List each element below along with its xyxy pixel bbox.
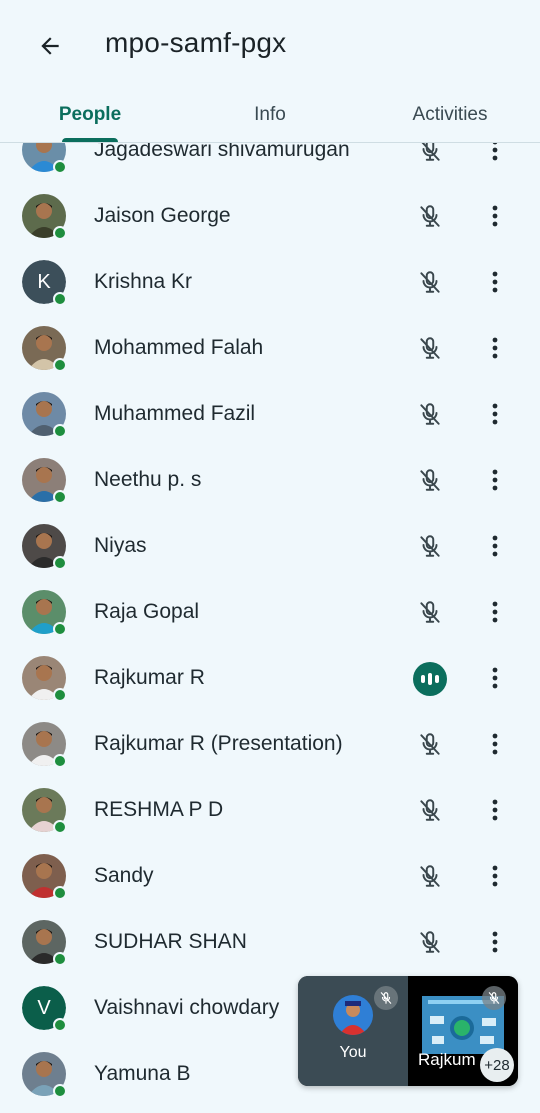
self-label: You <box>339 1044 367 1061</box>
mic-off-icon <box>412 792 448 828</box>
more-options-icon[interactable] <box>480 792 510 828</box>
online-status-dot <box>53 160 67 174</box>
online-status-dot <box>53 490 67 504</box>
mic-off-icon <box>412 396 448 432</box>
tab-activities[interactable]: Activities <box>395 88 505 142</box>
participant-name: Yamuna B <box>94 1062 191 1085</box>
participant-name: Jagadeswari shivamurugan <box>94 143 350 161</box>
participant-name: Rajkumar R <box>94 666 205 689</box>
more-options-icon[interactable] <box>480 396 510 432</box>
online-status-dot <box>53 226 67 240</box>
participant-name: Mohammed Falah <box>94 336 264 359</box>
meeting-title: mpo-samf-pgx <box>105 27 287 58</box>
online-status-dot <box>53 754 67 768</box>
participant-row[interactable]: Jaison George <box>0 183 540 249</box>
online-status-dot <box>53 424 67 438</box>
online-status-dot <box>53 1084 67 1098</box>
more-options-icon[interactable] <box>480 143 510 168</box>
back-button[interactable] <box>24 20 76 72</box>
participant-name: SUDHAR SHAN <box>94 930 247 953</box>
presenter-mic-off-icon <box>482 986 506 1010</box>
participant-name: Vaishnavi chowdary <box>94 996 280 1019</box>
more-participants-badge[interactable]: +28 <box>480 1048 514 1082</box>
participant-row[interactable]: K Krishna Kr <box>0 249 540 315</box>
participant-row[interactable]: Rajkumar R (Presentation) <box>0 711 540 777</box>
participant-name: Muhammed Fazil <box>94 402 256 425</box>
mic-off-icon <box>412 264 448 300</box>
tab-people[interactable]: People <box>30 88 150 142</box>
participant-row[interactable]: Rajkumar R <box>0 645 540 711</box>
picture-in-picture[interactable]: You Rajkum +28 <box>298 976 518 1086</box>
more-options-icon[interactable] <box>480 264 510 300</box>
participant-row[interactable]: Sandy <box>0 843 540 909</box>
more-options-icon[interactable] <box>480 858 510 894</box>
online-status-dot <box>53 622 67 636</box>
more-options-icon[interactable] <box>480 924 510 960</box>
arrow-back-icon <box>41 37 59 55</box>
more-options-icon[interactable] <box>480 198 510 234</box>
online-status-dot <box>53 292 67 306</box>
more-options-icon[interactable] <box>480 330 510 366</box>
online-status-dot <box>53 556 67 570</box>
online-status-dot <box>53 952 67 966</box>
online-status-dot <box>53 886 67 900</box>
mic-off-icon <box>412 726 448 762</box>
more-options-icon[interactable] <box>480 528 510 564</box>
more-options-icon[interactable] <box>480 660 510 696</box>
participant-list: Jagadeswari shivamurugan Jaison George K Kr… <box>0 143 540 1113</box>
more-options-icon[interactable] <box>480 726 510 762</box>
participant-name: Krishna Kr <box>94 270 193 293</box>
mic-off-icon <box>412 330 448 366</box>
online-status-dot <box>53 820 67 834</box>
mic-off-icon <box>412 924 448 960</box>
tab-info[interactable]: Info <box>220 88 320 142</box>
presenter-label: Rajkum <box>418 1050 476 1069</box>
header: mpo-samf-pgx <box>0 0 540 88</box>
participant-row[interactable]: Jagadeswari shivamurugan <box>0 143 540 183</box>
more-options-icon[interactable] <box>480 462 510 498</box>
mic-off-icon <box>412 528 448 564</box>
participant-row[interactable]: Niyas <box>0 513 540 579</box>
tab-bar: People Info Activities <box>0 88 540 142</box>
speaking-indicator-icon <box>413 662 447 696</box>
self-avatar <box>333 995 373 1035</box>
participant-name: Niyas <box>94 534 147 557</box>
mic-off-icon <box>412 462 448 498</box>
participant-name: Raja Gopal <box>94 600 200 623</box>
more-options-icon[interactable] <box>480 594 510 630</box>
pip-self-tile[interactable]: You <box>298 976 408 1086</box>
mic-off-icon <box>412 858 448 894</box>
participant-row[interactable]: Neethu p. s <box>0 447 540 513</box>
participant-name: Rajkumar R (Presentation) <box>94 732 343 755</box>
online-status-dot <box>53 358 67 372</box>
online-status-dot <box>53 688 67 702</box>
participant-name: Jaison George <box>94 204 231 227</box>
mic-off-icon <box>412 198 448 234</box>
participant-name: RESHMA P D <box>94 798 224 821</box>
participant-row[interactable]: RESHMA P D <box>0 777 540 843</box>
mic-off-icon <box>412 594 448 630</box>
participant-row[interactable]: Mohammed Falah <box>0 315 540 381</box>
online-status-dot <box>53 1018 67 1032</box>
mic-off-icon <box>412 143 448 168</box>
participant-name: Neethu p. s <box>94 468 202 491</box>
participant-row[interactable]: SUDHAR SHAN <box>0 909 540 975</box>
self-mic-off-icon <box>374 986 398 1010</box>
participant-name: Sandy <box>94 864 154 887</box>
participant-row[interactable]: Muhammed Fazil <box>0 381 540 447</box>
participant-row[interactable]: Raja Gopal <box>0 579 540 645</box>
meeting-people-panel: mpo-samf-pgx People Info Activities Jaga… <box>0 0 540 1113</box>
